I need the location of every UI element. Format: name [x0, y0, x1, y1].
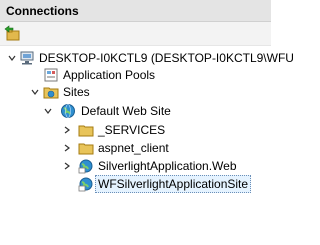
connect-icon[interactable] — [4, 25, 22, 42]
panel-title: Connections — [6, 4, 79, 18]
default-web-site-label: Default Web Site — [81, 104, 171, 118]
aspnet-client-label: aspnet_client — [98, 141, 169, 155]
wf-silverlight-application-site-label: WFSilverlightApplicationSite — [95, 175, 252, 193]
application-pools-label: Application Pools — [63, 68, 156, 82]
globe-icon — [60, 103, 76, 119]
tree-node-server[interactable]: DESKTOP-I0KCTL9 (DESKTOP-I0KCTL9\WFU — [0, 49, 294, 67]
sites-label: Sites — [63, 85, 90, 99]
chevron-right-icon[interactable] — [62, 121, 72, 139]
server-icon — [19, 50, 35, 66]
sites-folder-icon — [43, 84, 59, 100]
silverlight-application-web-label: SilverlightApplication.Web — [98, 159, 237, 173]
connections-tree: DESKTOP-I0KCTL9 (DESKTOP-I0KCTL9\WFU App… — [0, 46, 294, 245]
connections-toolbar — [0, 22, 271, 46]
server-label: DESKTOP-I0KCTL9 (DESKTOP-I0KCTL9\WFU — [39, 51, 294, 65]
tree-node-services[interactable]: _SERVICES — [0, 121, 271, 139]
web-application-icon — [78, 158, 94, 174]
tree-node-silverlight-application-web[interactable]: SilverlightApplication.Web — [0, 157, 271, 175]
folder-icon — [78, 122, 94, 138]
chevron-down-icon[interactable] — [7, 49, 17, 67]
services-label: _SERVICES — [98, 123, 166, 137]
tree-node-aspnet-client[interactable]: aspnet_client — [0, 139, 271, 157]
chevron-right-icon[interactable] — [62, 139, 72, 157]
folder-icon — [78, 140, 94, 156]
tree-node-default-web-site[interactable]: Default Web Site — [0, 102, 271, 120]
web-application-icon — [78, 176, 94, 192]
chevron-down-icon[interactable] — [30, 83, 40, 101]
tree-node-application-pools[interactable]: Application Pools — [0, 66, 271, 84]
tree-node-sites[interactable]: Sites — [0, 83, 271, 101]
chevron-down-icon[interactable] — [43, 102, 53, 120]
tree-node-wf-silverlight-application-site[interactable]: WFSilverlightApplicationSite — [0, 175, 271, 193]
connections-header: Connections — [0, 0, 271, 22]
chevron-right-icon[interactable] — [62, 157, 72, 175]
application-pools-icon — [43, 67, 59, 83]
